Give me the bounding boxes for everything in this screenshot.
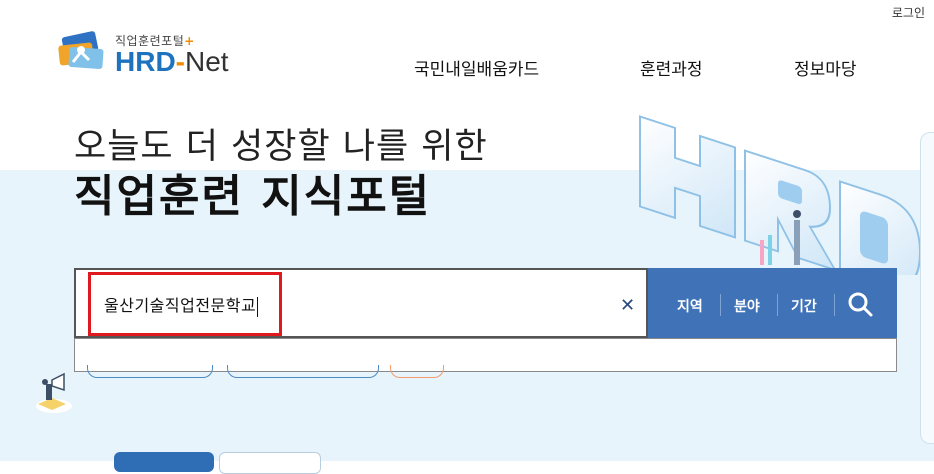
quick-link-pill[interactable]: [390, 365, 444, 378]
megaphone-character-icon: [36, 372, 72, 413]
search-input[interactable]: 울산기술직업전문학교: [104, 292, 259, 317]
quick-link-pill[interactable]: [227, 365, 379, 378]
tab-button-primary[interactable]: [114, 452, 214, 472]
filter-region-button[interactable]: 지역: [677, 296, 703, 316]
tab-button-secondary[interactable]: [219, 452, 321, 474]
filter-field-button[interactable]: 분야: [734, 296, 760, 316]
logo-wordmark: HRD-Net: [115, 46, 229, 77]
logo-mark-icon: [58, 31, 104, 69]
hrd-3d-illustration-icon: [639, 115, 922, 275]
filter-divider: [834, 294, 835, 316]
quick-link-pill[interactable]: [87, 365, 213, 378]
filter-period-button[interactable]: 기간: [791, 296, 817, 316]
nav-info[interactable]: 정보마당: [794, 55, 857, 80]
site-logo[interactable]: 직업훈련포털+ HRD-Net: [55, 30, 255, 80]
text-caret: [257, 296, 259, 317]
login-link[interactable]: 로그인: [892, 4, 925, 21]
close-icon[interactable]: ✕: [620, 295, 635, 316]
side-panel-edge: [920, 132, 934, 444]
nav-courses[interactable]: 훈련과정: [640, 55, 703, 80]
filter-divider: [720, 294, 721, 316]
hero-title: 직업훈련 지식포털: [74, 171, 432, 222]
nav-card[interactable]: 국민내일배움카드: [414, 55, 539, 80]
search-icon[interactable]: [846, 290, 874, 318]
filter-divider: [777, 294, 778, 316]
